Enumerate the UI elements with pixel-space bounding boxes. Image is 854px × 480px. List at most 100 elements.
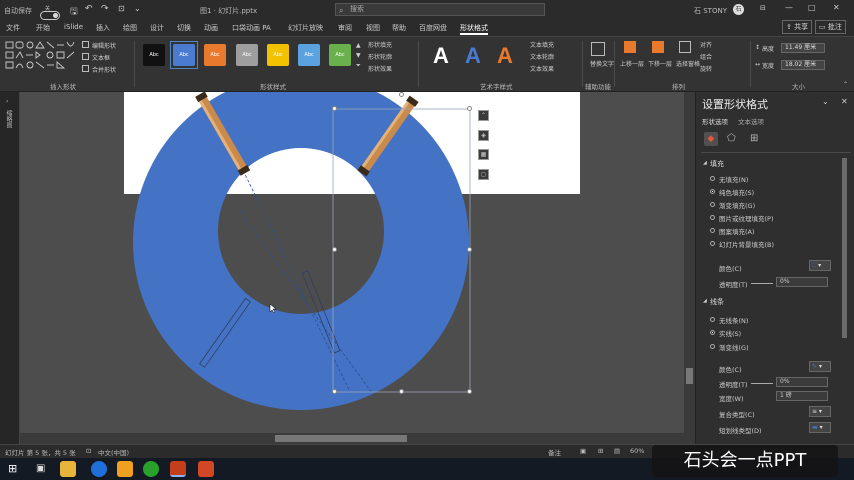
option-picture-fill[interactable]: 图片或纹理填充(P) — [719, 213, 774, 223]
option-pattern-fill[interactable]: 图案填充(A) — [719, 226, 755, 236]
minimize-button[interactable]: — — [785, 3, 793, 12]
wordart-style-1[interactable]: A — [433, 43, 449, 69]
style-tile-6[interactable]: Abc — [298, 44, 320, 66]
resize-handle[interactable] — [332, 389, 337, 394]
option-no-line[interactable]: 无线条(N) — [719, 315, 748, 325]
tab-shape-options[interactable]: 形状选项 — [702, 116, 728, 126]
line-transparency-slider[interactable] — [751, 383, 773, 384]
gallery-more-icon[interactable]: ⏷ — [356, 62, 361, 70]
horizontal-scrollbar[interactable] — [20, 433, 684, 444]
size-properties-icon[interactable]: ⊞ — [750, 133, 758, 144]
layout-options-icon[interactable]: ⌃ — [478, 110, 489, 121]
pane-options-chevron-icon[interactable]: ⌄ — [822, 97, 829, 106]
style-tile-5[interactable]: Abc — [267, 44, 289, 66]
group-button[interactable]: 组合 — [700, 52, 712, 61]
zoom-level[interactable]: 60% — [630, 447, 644, 455]
tab-design[interactable]: 设计 — [150, 23, 164, 33]
tab-islide[interactable]: iSlide — [64, 23, 83, 31]
undo-icon[interactable]: ↶ — [85, 4, 93, 14]
pane-close-icon[interactable]: ✕ — [841, 97, 848, 106]
shape-effects-button[interactable]: 形状效果 — [368, 64, 392, 73]
tab-insert[interactable]: 插入 — [96, 23, 110, 33]
align-button[interactable]: 对齐 — [700, 40, 712, 49]
slide-canvas[interactable]: ⌃ ◈ ▦ ◻ — [20, 92, 695, 444]
expand-thumbnails-icon[interactable]: › — [6, 98, 8, 105]
task-view-icon[interactable]: ▣ — [36, 463, 45, 474]
maximize-button[interactable]: □ — [808, 3, 816, 12]
dash-type-dropdown[interactable]: ▬ ▾ — [809, 422, 831, 433]
option-gradient-line[interactable]: 渐变线(G) — [719, 342, 749, 352]
resize-handle[interactable] — [399, 389, 404, 394]
radio-background-fill[interactable] — [710, 241, 715, 246]
radio-gradient-fill[interactable] — [710, 202, 715, 207]
merge-shapes-button[interactable]: 合并形状 — [92, 65, 116, 74]
rotate-handle[interactable] — [399, 92, 404, 97]
tab-shape-format[interactable]: 形状格式 — [460, 23, 488, 35]
share-button[interactable]: ⇪ 共享 — [782, 20, 813, 34]
tab-slideshow[interactable]: 幻灯片放映 — [288, 23, 323, 33]
wordart-style-2[interactable]: A — [465, 43, 481, 69]
tab-review[interactable]: 审阅 — [338, 23, 352, 33]
pane-scroll-thumb[interactable] — [842, 158, 847, 338]
option-gradient-fill[interactable]: 渐变填充(G) — [719, 200, 755, 210]
option-solid-line[interactable]: 实线(S) — [719, 328, 741, 338]
language-indicator[interactable]: 中文(中国) — [98, 447, 129, 457]
ring-drawing[interactable] — [20, 92, 695, 444]
fill-transparency-slider[interactable] — [751, 283, 773, 284]
gallery-down-icon[interactable]: ▼ — [356, 52, 361, 59]
shape-fill-button[interactable]: 形状填充 — [368, 40, 392, 49]
option-solid-fill[interactable]: 纯色填充(S) — [719, 187, 754, 197]
close-button[interactable]: ✕ — [833, 3, 840, 12]
app-green-icon[interactable] — [143, 461, 159, 477]
fill-line-icon[interactable]: ◆ — [704, 132, 718, 146]
resize-handle[interactable] — [332, 247, 337, 252]
vertical-scrollbar[interactable] — [684, 92, 695, 444]
style-tile-7[interactable]: Abc — [329, 44, 351, 66]
option-no-fill[interactable]: 无填充(N) — [719, 174, 748, 184]
resize-handle[interactable] — [467, 247, 472, 252]
line-transparency-input[interactable]: 0% — [776, 377, 828, 387]
powerpoint-taskbar-icon[interactable] — [170, 461, 186, 477]
option-background-fill[interactable]: 幻灯片背景填充(B) — [719, 239, 774, 249]
textbox-button[interactable]: 文本框 — [92, 53, 110, 62]
collapse-line-icon[interactable]: ◢ — [703, 298, 707, 304]
width-input[interactable]: 18.02 厘米 — [781, 60, 825, 70]
line-color-picker[interactable]: ✎ ▾ — [809, 361, 831, 372]
height-input[interactable]: 11.49 厘米 — [781, 43, 825, 53]
style-tile-1[interactable]: Abc — [143, 44, 165, 66]
tab-transitions[interactable]: 切换 — [177, 23, 191, 33]
collapse-fill-icon[interactable]: ◢ — [703, 160, 707, 166]
tab-pocket-animation[interactable]: 口袋动画 PA — [232, 23, 271, 33]
shape-outline-button[interactable]: 形状轮廓 — [368, 52, 392, 61]
outline-quick-icon[interactable]: ◻ — [478, 169, 489, 180]
radio-no-line[interactable] — [710, 317, 715, 322]
style-tile-3[interactable]: Abc — [204, 44, 226, 66]
ribbon-display-icon[interactable]: ⊟ — [760, 4, 766, 12]
rotate-button[interactable]: 旋转 — [700, 64, 712, 73]
tab-draw[interactable]: 绘图 — [123, 23, 137, 33]
radio-no-fill[interactable] — [710, 176, 715, 181]
send-backward-button[interactable]: 下移一层 — [648, 59, 672, 68]
radio-solid-line[interactable] — [710, 330, 715, 335]
selection-pane-button[interactable]: 选择窗格 — [676, 59, 700, 68]
normal-view-icon[interactable]: ▣ — [580, 447, 586, 455]
shapes-gallery[interactable] — [5, 41, 75, 75]
style-tile-4[interactable]: Abc — [236, 44, 258, 66]
wordart-style-3[interactable]: A — [497, 43, 513, 69]
style-tile-2[interactable]: Abc — [173, 44, 195, 66]
tab-file[interactable]: 文件 — [6, 23, 20, 33]
line-width-input[interactable]: 1 磅 — [776, 391, 828, 401]
reading-view-icon[interactable]: ▤ — [614, 447, 620, 455]
collapse-ribbon-icon[interactable]: ⌃ — [843, 81, 848, 88]
vertical-scroll-thumb[interactable] — [686, 368, 693, 384]
save-icon[interactable]: 🖫 — [70, 4, 78, 20]
bring-forward-button[interactable]: 上移一层 — [620, 59, 644, 68]
tab-text-options[interactable]: 文本选项 — [738, 116, 764, 126]
user-name[interactable]: 石 STONY — [694, 6, 727, 16]
horizontal-scroll-thumb[interactable] — [275, 435, 407, 442]
redo-icon[interactable]: ↷ — [101, 4, 109, 14]
app-l-icon[interactable] — [91, 461, 107, 477]
fill-section-header[interactable]: 填充 — [710, 159, 724, 169]
tab-view[interactable]: 视图 — [366, 23, 380, 33]
alt-text-button[interactable]: 替换文字 — [590, 59, 614, 68]
